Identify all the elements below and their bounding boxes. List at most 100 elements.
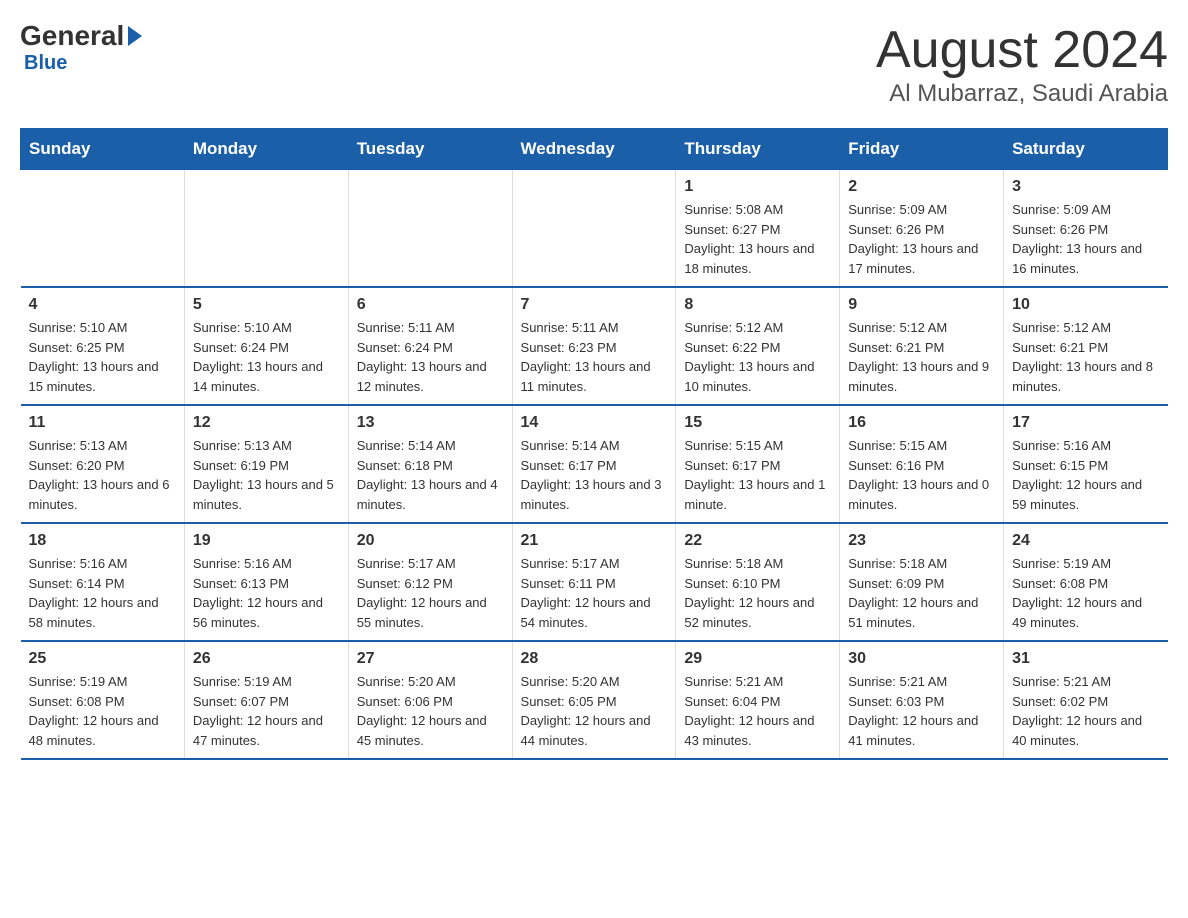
- day-number: 23: [848, 532, 995, 550]
- day-info: Sunrise: 5:14 AM Sunset: 6:18 PM Dayligh…: [357, 436, 504, 514]
- calendar-day-cell: 11 Sunrise: 5:13 AM Sunset: 6:20 PM Dayli…: [21, 405, 185, 523]
- day-number: 7: [521, 296, 668, 314]
- day-number: 17: [1012, 414, 1159, 432]
- calendar-week-row: 1Sunrise: 5:08 AM Sunset: 6:27 PM Daylig…: [21, 170, 1168, 288]
- day-number: 11: [29, 414, 176, 432]
- day-info: Sunrise: 5:19 AM Sunset: 6:07 PM Dayligh…: [193, 672, 340, 750]
- calendar-day-cell: 2 Sunrise: 5:09 AM Sunset: 6:26 PM Daylig…: [840, 170, 1004, 288]
- calendar-day-cell: 26 Sunrise: 5:19 AM Sunset: 6:07 PM Dayli…: [184, 641, 348, 759]
- logo-general: General: [20, 20, 142, 52]
- calendar-day-cell: 6Sunrise: 5:11 AM Sunset: 6:24 PM Daylig…: [348, 287, 512, 405]
- title-block: August 2024 Al Mubarraz, Saudi Arabia: [876, 20, 1168, 108]
- day-info: Sunrise: 5:21 AM Sunset: 6:04 PM Dayligh…: [684, 672, 831, 750]
- day-info: Sunrise: 5:12 AM Sunset: 6:22 PM Dayligh…: [684, 318, 831, 396]
- day-info: Sunrise: 5:18 AM Sunset: 6:10 PM Dayligh…: [684, 554, 831, 632]
- calendar-day-cell: [184, 170, 348, 288]
- weekday-header-friday: Friday: [840, 129, 1004, 170]
- page-subtitle: Al Mubarraz, Saudi Arabia: [876, 80, 1168, 108]
- day-info: Sunrise: 5:15 AM Sunset: 6:16 PM Dayligh…: [848, 436, 995, 514]
- calendar-day-cell: 21 Sunrise: 5:17 AM Sunset: 6:11 PM Dayli…: [512, 523, 676, 641]
- day-info: Sunrise: 5:20 AM Sunset: 6:06 PM Dayligh…: [357, 672, 504, 750]
- day-number: 3: [1012, 178, 1159, 196]
- day-number: 18: [29, 532, 176, 550]
- calendar-day-cell: 19Sunrise: 5:16 AM Sunset: 6:13 PM Dayli…: [184, 523, 348, 641]
- calendar-day-cell: [21, 170, 185, 288]
- weekday-header-thursday: Thursday: [676, 129, 840, 170]
- calendar-day-cell: 4Sunrise: 5:10 AM Sunset: 6:25 PM Daylig…: [21, 287, 185, 405]
- day-number: 20: [357, 532, 504, 550]
- day-number: 16: [848, 414, 995, 432]
- page-header: General Blue August 2024 Al Mubarraz, Sa…: [20, 20, 1168, 108]
- day-number: 25: [29, 650, 176, 668]
- logo-general-text: General: [20, 20, 124, 52]
- calendar-day-cell: 18 Sunrise: 5:16 AM Sunset: 6:14 PM Dayli…: [21, 523, 185, 641]
- day-info: Sunrise: 5:15 AM Sunset: 6:17 PM Dayligh…: [684, 436, 831, 514]
- day-info: Sunrise: 5:12 AM Sunset: 6:21 PM Dayligh…: [848, 318, 995, 396]
- day-info: Sunrise: 5:12 AM Sunset: 6:21 PM Dayligh…: [1012, 318, 1159, 396]
- day-number: 22: [684, 532, 831, 550]
- calendar-day-cell: 22 Sunrise: 5:18 AM Sunset: 6:10 PM Dayli…: [676, 523, 840, 641]
- calendar-day-cell: 20 Sunrise: 5:17 AM Sunset: 6:12 PM Dayli…: [348, 523, 512, 641]
- calendar-day-cell: 25 Sunrise: 5:19 AM Sunset: 6:08 PM Dayli…: [21, 641, 185, 759]
- day-info: Sunrise: 5:19 AM Sunset: 6:08 PM Dayligh…: [29, 672, 176, 750]
- day-number: 10: [1012, 296, 1159, 314]
- page-title: August 2024: [876, 20, 1168, 80]
- day-number: 14: [521, 414, 668, 432]
- day-number: 27: [357, 650, 504, 668]
- day-number: 21: [521, 532, 668, 550]
- calendar-day-cell: 5Sunrise: 5:10 AM Sunset: 6:24 PM Daylig…: [184, 287, 348, 405]
- day-info: Sunrise: 5:20 AM Sunset: 6:05 PM Dayligh…: [521, 672, 668, 750]
- weekday-header-monday: Monday: [184, 129, 348, 170]
- day-info: Sunrise: 5:21 AM Sunset: 6:03 PM Dayligh…: [848, 672, 995, 750]
- day-number: 19: [193, 532, 340, 550]
- calendar-day-cell: 17 Sunrise: 5:16 AM Sunset: 6:15 PM Dayli…: [1004, 405, 1168, 523]
- day-number: 9: [848, 296, 995, 314]
- day-number: 26: [193, 650, 340, 668]
- day-number: 2: [848, 178, 995, 196]
- calendar-week-row: 11 Sunrise: 5:13 AM Sunset: 6:20 PM Dayli…: [21, 405, 1168, 523]
- day-info: Sunrise: 5:08 AM Sunset: 6:27 PM Dayligh…: [684, 200, 831, 278]
- day-info: Sunrise: 5:16 AM Sunset: 6:14 PM Dayligh…: [29, 554, 176, 632]
- day-number: 13: [357, 414, 504, 432]
- calendar-day-cell: 3 Sunrise: 5:09 AM Sunset: 6:26 PM Daylig…: [1004, 170, 1168, 288]
- day-info: Sunrise: 5:13 AM Sunset: 6:20 PM Dayligh…: [29, 436, 176, 514]
- day-info: Sunrise: 5:17 AM Sunset: 6:12 PM Dayligh…: [357, 554, 504, 632]
- day-number: 6: [357, 296, 504, 314]
- logo: General Blue: [20, 20, 142, 75]
- calendar-day-cell: 1Sunrise: 5:08 AM Sunset: 6:27 PM Daylig…: [676, 170, 840, 288]
- calendar-week-row: 4Sunrise: 5:10 AM Sunset: 6:25 PM Daylig…: [21, 287, 1168, 405]
- weekday-header-saturday: Saturday: [1004, 129, 1168, 170]
- calendar-week-row: 18 Sunrise: 5:16 AM Sunset: 6:14 PM Dayli…: [21, 523, 1168, 641]
- day-info: Sunrise: 5:19 AM Sunset: 6:08 PM Dayligh…: [1012, 554, 1159, 632]
- day-info: Sunrise: 5:18 AM Sunset: 6:09 PM Dayligh…: [848, 554, 995, 632]
- calendar-header-row: SundayMondayTuesdayWednesdayThursdayFrid…: [21, 129, 1168, 170]
- calendar-week-row: 25 Sunrise: 5:19 AM Sunset: 6:08 PM Dayli…: [21, 641, 1168, 759]
- weekday-header-wednesday: Wednesday: [512, 129, 676, 170]
- calendar-day-cell: 8Sunrise: 5:12 AM Sunset: 6:22 PM Daylig…: [676, 287, 840, 405]
- calendar-day-cell: 15 Sunrise: 5:15 AM Sunset: 6:17 PM Dayli…: [676, 405, 840, 523]
- day-info: Sunrise: 5:10 AM Sunset: 6:24 PM Dayligh…: [193, 318, 340, 396]
- day-info: Sunrise: 5:09 AM Sunset: 6:26 PM Dayligh…: [1012, 200, 1159, 278]
- calendar-day-cell: 27 Sunrise: 5:20 AM Sunset: 6:06 PM Dayli…: [348, 641, 512, 759]
- calendar-day-cell: 30Sunrise: 5:21 AM Sunset: 6:03 PM Dayli…: [840, 641, 1004, 759]
- calendar-day-cell: 29 Sunrise: 5:21 AM Sunset: 6:04 PM Dayli…: [676, 641, 840, 759]
- calendar-table: SundayMondayTuesdayWednesdayThursdayFrid…: [20, 128, 1168, 760]
- logo-arrow-icon: [128, 26, 142, 46]
- day-info: Sunrise: 5:14 AM Sunset: 6:17 PM Dayligh…: [521, 436, 668, 514]
- day-info: Sunrise: 5:11 AM Sunset: 6:23 PM Dayligh…: [521, 318, 668, 396]
- day-number: 31: [1012, 650, 1159, 668]
- day-number: 29: [684, 650, 831, 668]
- day-info: Sunrise: 5:17 AM Sunset: 6:11 PM Dayligh…: [521, 554, 668, 632]
- day-info: Sunrise: 5:16 AM Sunset: 6:15 PM Dayligh…: [1012, 436, 1159, 514]
- day-number: 15: [684, 414, 831, 432]
- calendar-day-cell: 14 Sunrise: 5:14 AM Sunset: 6:17 PM Dayli…: [512, 405, 676, 523]
- day-number: 12: [193, 414, 340, 432]
- weekday-header-sunday: Sunday: [21, 129, 185, 170]
- day-number: 24: [1012, 532, 1159, 550]
- calendar-day-cell: 31 Sunrise: 5:21 AM Sunset: 6:02 PM Dayli…: [1004, 641, 1168, 759]
- calendar-day-cell: 28Sunrise: 5:20 AM Sunset: 6:05 PM Dayli…: [512, 641, 676, 759]
- day-info: Sunrise: 5:21 AM Sunset: 6:02 PM Dayligh…: [1012, 672, 1159, 750]
- day-info: Sunrise: 5:09 AM Sunset: 6:26 PM Dayligh…: [848, 200, 995, 278]
- calendar-day-cell: 7 Sunrise: 5:11 AM Sunset: 6:23 PM Daylig…: [512, 287, 676, 405]
- logo-blue-text: Blue: [24, 52, 67, 75]
